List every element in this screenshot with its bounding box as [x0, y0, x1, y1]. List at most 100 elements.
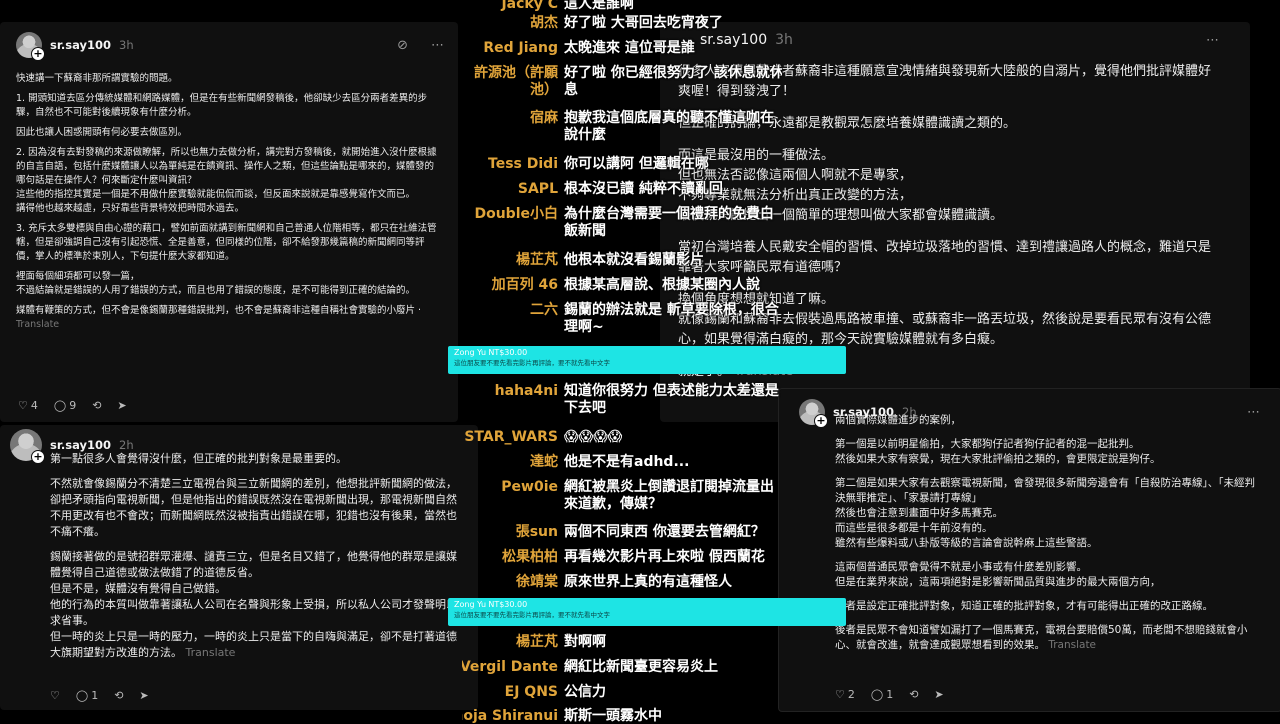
chat-author: Double小白 — [474, 206, 558, 222]
send-icon: ➤ — [934, 688, 944, 701]
chat-text: 兩個不同東西 你還要去管網紅？ — [564, 524, 765, 540]
super-chat-author: Zong Yu — [454, 348, 487, 357]
post-paragraph: 這兩個普通民眾會覺得不就是小事或有什麼差別影響。 但是在業界來說，這兩項絕對是影… — [835, 561, 1161, 588]
like-button[interactable]: ♡ 4 — [18, 399, 38, 412]
chat-text: 他根本就沒看錫蘭影片 — [564, 252, 704, 268]
chat-author: Choja Shiranui — [462, 708, 558, 724]
repost-button[interactable]: ⟲ — [114, 689, 123, 702]
repost-icon: ⟲ — [909, 688, 919, 701]
post-paragraph: 1. 開頭知道去區分傳統媒體和網路媒體，但是在有些新聞網發稿後，他卻缺少去區分兩… — [16, 93, 428, 118]
post-paragraph: 2. 因為沒有去對發稿的來源做瞭解，所以也無力去做分析，講完對方發稿後，就開始進… — [16, 147, 437, 214]
post-paragraph: 3. 充斥太多雙標與自由心證的藉口，譬如前面就講到新聞網和自己普通人位階相等，都… — [16, 223, 437, 262]
chat-author-text: 許源池（許願池） — [474, 65, 558, 98]
like-count: 4 — [30, 399, 38, 412]
translate-link[interactable]: Translate — [186, 646, 236, 659]
translate-link[interactable]: Translate — [16, 319, 59, 330]
chat-text: 好了啦 大哥回去吃宵夜了 — [564, 15, 723, 31]
chat-text: 根據某高層說、根據某圈內人說 — [564, 277, 760, 293]
post-paragraph: 媒體有鞭策的方式，但不會是像錫蘭那種錯誤批判，也不會是蘇裔非這種自稱社會實驗的小… — [16, 305, 422, 330]
chat-text: 斯斯一頭霧水中 — [564, 708, 662, 724]
super-chat-author: Zong Yu — [454, 600, 487, 609]
chat-text: 根本沒已讀 純粹不讀亂回 — [564, 181, 723, 197]
chat-text: 抱歉我這個底層真的聽不懂這咖在說什麼 — [564, 110, 774, 143]
comment-icon: ◯ — [75, 689, 89, 702]
like-button[interactable]: ♡ 2 — [835, 688, 855, 701]
post-paragraph: 不然就會像錫蘭分不清楚三立電視台與三立新聞網的差別，他想批評新聞網的做法，卻把矛… — [50, 477, 457, 538]
send-icon: ➤ — [117, 399, 127, 412]
super-chat: Zong Yu NT$30.00 這位朋友要不要先看完影片再評論，要不就先看中文… — [448, 346, 846, 374]
share-button[interactable]: ➤ — [139, 689, 148, 702]
post-paragraph-text: 錫蘭接著做的是號招群眾灌爆、譴責三立，但是名目又錯了，他覺得他的群眾是讓媒體覺得… — [50, 550, 457, 659]
post-card-left-top: + sr.say100 3h ⊘ ⋯ 快速講一下蘇裔非那所謂實驗的問題。 1. … — [0, 22, 458, 422]
chat-text: 錫蘭的辦法就是 斬草要除根，很合理啊~ — [564, 302, 779, 335]
repost-icon: ⟲ — [114, 689, 124, 702]
like-count: 2 — [847, 688, 855, 701]
chat-author: SAPL — [517, 181, 558, 197]
chat-author: 達蛇 — [530, 454, 558, 470]
chat-text: 對啊啊 — [564, 634, 606, 650]
translate-link[interactable]: Translate — [1048, 639, 1096, 651]
chat-author: 張sun — [515, 524, 558, 540]
super-chat-message: 這位朋友要不要先看完影片再評論，要不就先看中文字 — [454, 611, 610, 619]
chat-author: 胡杰 — [530, 15, 558, 31]
post-paragraph-text: 媒體有鞭策的方式，但不會是像錫蘭那種錯誤批判，也不會是蘇裔非這種自稱社會實驗的小… — [16, 305, 416, 316]
chat-author: EJ QNS — [504, 684, 558, 700]
repost-button[interactable]: ⟲ — [909, 688, 918, 701]
username[interactable]: sr.say100 — [50, 438, 111, 452]
chat-text: 網紅比新聞臺更容易炎上 — [564, 659, 718, 675]
timestamp: 2h — [119, 438, 134, 452]
chat-text: 原來世界上真的有這種怪人 — [564, 574, 732, 590]
more-options-icon[interactable]: ⋯ — [1247, 405, 1261, 420]
chat-author: 楊芷芃 — [516, 252, 558, 268]
repost-button[interactable]: ⟲ — [92, 399, 101, 412]
avatar[interactable]: + — [10, 429, 45, 464]
follow-plus-icon[interactable]: + — [31, 47, 45, 61]
username[interactable]: sr.say100 — [50, 38, 111, 52]
chat-text: 網紅被黑炎上倒讚退訂閱掉流量出來道歉，傳媒？ — [564, 479, 774, 512]
comment-button[interactable]: ◯ 1 — [76, 689, 98, 702]
chat-author: 宿麻 — [530, 110, 558, 126]
edit-icon[interactable]: ⊘ — [397, 38, 409, 53]
follow-plus-icon[interactable]: + — [814, 414, 828, 428]
post-paragraph-text: 後者是民眾不會知道譬如漏打了一個馬賽克，電視台要賠償50萬，而老闆不想賠錢就會小… — [835, 624, 1248, 651]
more-options-icon[interactable]: ⋯ — [431, 38, 444, 53]
chat-text: 好了啦 你已經很努力了 該休息就休息 — [564, 65, 782, 98]
share-button[interactable]: ➤ — [934, 688, 943, 701]
post-paragraph: 裡面每個細項都可以發一篇， 不過結論就是錯誤的人用了錯誤的方式，而且也用了錯誤的… — [16, 271, 416, 296]
follow-plus-icon[interactable]: + — [31, 450, 45, 464]
post-paragraph: 第二個是如果大家有去觀察電視新聞，會發現很多新聞旁邊會有「自殺防治專線」、「未經… — [835, 477, 1255, 549]
comment-icon: ◯ — [53, 399, 67, 412]
heart-icon: ♡ — [835, 688, 845, 701]
chat-text: 再看幾次影片再上來啦 假西蘭花 — [564, 549, 765, 565]
chat-author: haha4ni — [494, 383, 558, 399]
avatar[interactable]: + — [799, 399, 828, 428]
share-button[interactable]: ➤ — [117, 399, 126, 412]
super-chat-amount: NT$30.00 — [488, 600, 528, 609]
repost-icon: ⟲ — [92, 399, 102, 412]
chat-text: 太晚進來 這位哥是誰 — [564, 40, 695, 56]
comment-icon: ◯ — [870, 688, 884, 701]
send-icon: ➤ — [139, 689, 149, 702]
chat-author: Pew0ie — [501, 479, 558, 495]
chat-author: 二六 — [530, 302, 558, 318]
post-paragraph: 後者是民眾不會知道譬如漏打了一個馬賽克，電視台要賠償50萬，而老闆不想賠錢就會小… — [835, 623, 1261, 653]
super-chat: Zong Yu NT$30.00 這位朋友要不要先看完影片再評論，要不就先看中文… — [448, 598, 846, 626]
chat-author: 楊芷芃 — [516, 634, 558, 650]
avatar[interactable]: + — [16, 32, 45, 61]
post-paragraph: 錫蘭接著做的是號招群眾灌爆、譴責三立，但是名目又錯了，他覺得他的群眾是讓媒體覺得… — [50, 549, 462, 661]
chat-author: Tess Didi — [488, 156, 558, 172]
chat-text: 他是不是有adhd... — [564, 454, 690, 470]
comment-button[interactable]: ◯ 1 — [871, 688, 893, 701]
more-options-icon[interactable]: ⋯ — [1206, 33, 1220, 48]
chat-author: 許源池（許願池） — [462, 65, 558, 99]
post-paragraph: 第一點很多人會覺得沒什麼，但正確的批判對象是最重要的。 — [50, 452, 347, 465]
super-chat-amount: NT$30.00 — [488, 348, 528, 357]
chat-author: Jacky C — [501, 0, 558, 12]
post-card-right: + sr.say100 2h ⋯ 兩個實際媒體進步的案例， 第一個是以前明星偷拍… — [778, 388, 1280, 712]
comment-button[interactable]: ◯ 9 — [54, 399, 76, 412]
like-button[interactable]: ♡ — [50, 689, 60, 702]
post-paragraph: 快速講一下蘇裔非那所謂實驗的問題。 — [16, 73, 178, 84]
chat-author: 加百列 46 — [491, 277, 558, 293]
chat-author: Vergil Dante — [462, 659, 558, 675]
chat-text: 這人是誰啊 — [564, 0, 634, 12]
